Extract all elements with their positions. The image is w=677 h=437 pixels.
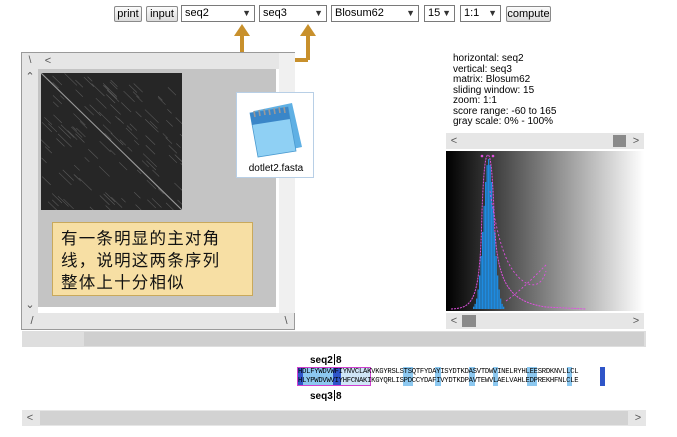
matrix-value: Blosum62 <box>335 7 384 19</box>
file-name-label: dotlet2.fasta <box>248 163 304 174</box>
panel-splitter-thumb[interactable] <box>84 332 644 346</box>
grayscale-lower-slider[interactable]: < > <box>446 313 644 329</box>
zoom-select[interactable]: 1:1 ▼ <box>460 5 501 22</box>
alignment-cursor-top <box>334 354 335 365</box>
scroll-left-icon[interactable]: < <box>22 410 38 426</box>
input-button[interactable]: input <box>146 6 178 22</box>
fasta-file-icon[interactable]: dotlet2.fasta <box>236 92 314 178</box>
compute-button[interactable]: compute <box>506 6 551 22</box>
matrix-select[interactable]: Blosum62 ▼ <box>331 5 419 22</box>
panel-splitter-scrollbar[interactable] <box>22 331 646 347</box>
print-button[interactable]: print <box>114 6 142 22</box>
vertical-sequence-select[interactable]: seq3 ▼ <box>259 5 327 22</box>
chevron-down-icon: ▼ <box>242 8 251 18</box>
bottom-sequence-position: 8 <box>336 391 342 402</box>
alignment-scroll-thumb[interactable] <box>40 411 628 425</box>
scroll-left-icon[interactable]: < <box>446 313 462 329</box>
scroll-right-icon[interactable]: > <box>628 313 644 329</box>
sequence-row-seq2: HDLFYWDVWFIYNVCLAKVKGYRSLSTSQTFYDAYISYDT… <box>298 368 579 376</box>
scroll-down-icon[interactable]: ⌄ <box>22 297 38 313</box>
info-zoom: zoom: 1:1 <box>453 95 497 106</box>
annotation-line-3: 整体上十分相似 <box>61 273 185 292</box>
score-histogram <box>446 151 644 311</box>
sequence-row-seq3: HLYPWDVWVIYHFCNAKIKGYQRLISPDCCYDAFIVYDTK… <box>298 377 579 385</box>
dotplot-top-scrollbar[interactable]: \ < <box>22 53 279 69</box>
scroll-left-icon[interactable]: < <box>40 53 56 69</box>
notepad-icon <box>249 103 302 158</box>
info-gray-scale: gray scale: 0% - 100% <box>453 116 554 127</box>
alignment-scrollbar[interactable]: < > <box>22 410 646 426</box>
vertical-sequence-value: seq3 <box>263 7 287 19</box>
zoom-value: 1:1 <box>464 7 480 19</box>
chevron-down-icon: ▼ <box>488 8 497 18</box>
chevron-down-icon: ▼ <box>406 8 415 18</box>
splitter-handle-icon: \ <box>28 55 32 66</box>
scroll-left-icon[interactable]: < <box>446 133 462 149</box>
scroll-right-icon[interactable]: > <box>628 133 644 149</box>
alignment-cursor-bottom <box>334 390 335 401</box>
grayscale-lower-thumb[interactable] <box>462 315 476 327</box>
chevron-down-icon: ▼ <box>314 8 323 18</box>
dotplot-bottom-scrollbar[interactable]: / \ <box>22 313 294 329</box>
sliding-window-value: 15 <box>428 7 441 19</box>
info-panel: horizontal: seq2 vertical: seq3 matrix: … <box>453 53 556 128</box>
horizontal-sequence-select[interactable]: seq2 ▼ <box>181 5 255 22</box>
splitter-handle-icon: \ <box>284 315 288 327</box>
sliding-window-select[interactable]: 15 ▼ <box>424 5 455 22</box>
scroll-up-icon[interactable]: ⌃ <box>22 69 38 85</box>
annotation-line-1: 有一条明显的主对角 <box>61 229 221 248</box>
splitter-handle-icon: / <box>30 315 34 327</box>
info-horizontal: horizontal: seq2 <box>453 53 524 64</box>
bottom-sequence-label: seq3 <box>310 391 333 402</box>
dotplot-vertical-scrollbar[interactable]: ⌃ ⌄ <box>22 69 38 313</box>
annotation-note: 有一条明显的主对角 线，说明这两条序列 整体上十分相似 <box>52 222 253 296</box>
annotation-line-2: 线，说明这两条序列 <box>61 251 221 270</box>
chevron-down-icon: ▼ <box>442 8 451 18</box>
top-sequence-position: 8 <box>336 355 342 366</box>
info-matrix: matrix: Blosum62 <box>453 74 531 85</box>
horizontal-sequence-value: seq2 <box>185 7 209 19</box>
dotplot-image <box>41 73 182 210</box>
top-sequence-label: seq2 <box>310 355 333 366</box>
grayscale-upper-slider[interactable]: < > <box>446 133 644 149</box>
scroll-right-icon[interactable]: > <box>630 410 646 426</box>
grayscale-upper-thumb[interactable] <box>613 135 626 147</box>
